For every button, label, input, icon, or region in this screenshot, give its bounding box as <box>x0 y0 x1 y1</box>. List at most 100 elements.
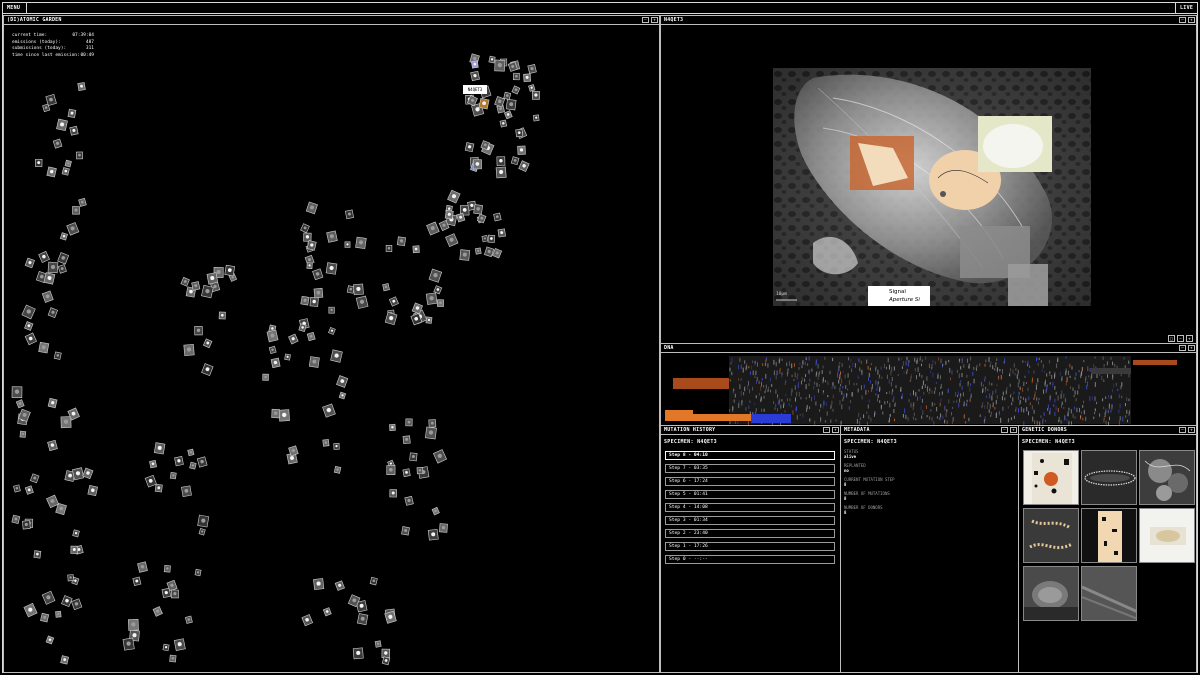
donor-thumbnail[interactable] <box>1081 508 1137 563</box>
viewer-minimize-button[interactable]: – <box>1179 17 1186 23</box>
specimen-thumbnail[interactable] <box>57 264 67 274</box>
specimen-thumbnail[interactable] <box>355 295 369 309</box>
menu-button[interactable]: MENU <box>3 3 27 13</box>
specimen-thumbnail[interactable] <box>412 245 420 254</box>
specimen-thumbnail[interactable] <box>431 506 440 516</box>
specimen-thumbnail[interactable] <box>511 85 521 95</box>
history-minimize-button[interactable]: – <box>823 427 830 433</box>
specimen-thumbnail[interactable] <box>21 304 36 320</box>
specimen-thumbnail[interactable] <box>355 236 367 250</box>
specimen-thumbnail[interactable] <box>473 204 484 215</box>
specimen-thumbnail[interactable] <box>306 331 316 342</box>
specimen-thumbnail[interactable] <box>47 261 59 274</box>
specimen-thumbnail[interactable] <box>499 119 508 128</box>
specimen-thumbnail[interactable] <box>70 545 79 554</box>
specimen-thumbnail[interactable] <box>67 574 74 582</box>
specimen-thumbnail[interactable] <box>38 250 50 263</box>
specimen-thumbnail[interactable] <box>29 473 40 484</box>
specimen-thumbnail[interactable] <box>23 602 38 618</box>
specimen-thumbnail[interactable] <box>328 306 335 314</box>
donor-thumbnail[interactable] <box>1081 566 1137 621</box>
specimen-thumbnail[interactable] <box>425 316 433 324</box>
specimen-thumbnail[interactable] <box>344 241 351 248</box>
specimen-thumbnail[interactable] <box>59 232 68 241</box>
garden-minimize-button[interactable]: – <box>642 17 649 23</box>
specimen-thumbnail[interactable] <box>389 489 397 498</box>
specimen-thumbnail[interactable] <box>271 408 281 419</box>
donor-thumbnail[interactable] <box>1023 508 1079 563</box>
specimen-thumbnail[interactable] <box>197 514 210 528</box>
specimen-thumbnail[interactable] <box>169 472 177 480</box>
specimen-thumbnail[interactable] <box>308 356 320 368</box>
specimen-thumbnail[interactable] <box>338 391 347 400</box>
specimen-thumbnail[interactable] <box>369 576 378 586</box>
specimen-thumbnail[interactable] <box>470 70 480 82</box>
specimen-thumbnail[interactable] <box>346 285 355 294</box>
specimen-thumbnail[interactable] <box>19 430 27 438</box>
specimen-thumbnail[interactable] <box>416 467 424 475</box>
specimen-thumbnail[interactable] <box>60 416 72 429</box>
specimen-thumbnail[interactable] <box>309 296 319 307</box>
specimen-thumbnail[interactable] <box>46 494 60 509</box>
donors-maximize-button[interactable]: + <box>1188 427 1195 433</box>
specimen-thumbnail[interactable] <box>445 233 459 248</box>
specimen-thumbnail[interactable] <box>301 614 314 627</box>
viewer-minimize-button-2[interactable]: – <box>1177 335 1184 342</box>
specimen-thumbnail[interactable] <box>313 287 324 299</box>
specimen-thumbnail[interactable] <box>169 654 177 663</box>
specimen-thumbnail[interactable] <box>474 247 482 255</box>
specimen-thumbnail[interactable] <box>183 343 195 356</box>
specimen-thumbnail[interactable] <box>162 643 170 652</box>
specimen-thumbnail[interactable] <box>72 206 80 215</box>
specimen-thumbnail[interactable] <box>76 151 83 160</box>
specimen-thumbnail[interactable] <box>40 612 50 623</box>
dna-minimize-button[interactable]: – <box>1179 345 1186 351</box>
specimen-thumbnail[interactable] <box>33 550 42 559</box>
specimen-thumbnail[interactable] <box>352 647 364 660</box>
specimen-thumbnail[interactable] <box>53 351 62 360</box>
specimen-thumbnail[interactable] <box>288 333 299 345</box>
mutation-step-item[interactable]: Step 6 - 17:24 <box>665 477 835 486</box>
specimen-thumbnail[interactable] <box>328 326 336 335</box>
specimen-thumbnail[interactable] <box>527 63 537 74</box>
specimen-thumbnail[interactable] <box>488 55 496 64</box>
mutation-step-item[interactable]: Step 1 - 17:26 <box>665 542 835 551</box>
specimen-thumbnail[interactable] <box>333 466 342 474</box>
specimen-thumbnail[interactable] <box>330 349 343 363</box>
specimen-thumbnail[interactable] <box>472 159 482 170</box>
specimen-thumbnail[interactable] <box>284 353 291 361</box>
specimen-thumbnail[interactable] <box>432 449 448 464</box>
specimen-thumbnail[interactable] <box>312 268 324 281</box>
specimen-thumbnail[interactable] <box>401 526 410 536</box>
specimen-thumbnail[interactable] <box>298 323 307 332</box>
live-button[interactable]: LIVE <box>1175 3 1197 13</box>
donors-minimize-button[interactable]: – <box>1179 427 1186 433</box>
specimen-thumbnail[interactable] <box>56 118 68 132</box>
specimen-thumbnail[interactable] <box>153 442 166 455</box>
specimen-thumbnail[interactable] <box>389 423 396 432</box>
specimen-thumbnail[interactable] <box>381 656 391 666</box>
specimen-thumbnail[interactable] <box>184 615 193 624</box>
specimen-thumbnail[interactable] <box>173 638 186 651</box>
specimen-thumbnail[interactable] <box>278 409 290 422</box>
specimen-thumbnail[interactable] <box>77 82 86 91</box>
specimen-thumbnail[interactable] <box>384 311 398 326</box>
specimen-thumbnail[interactable] <box>487 234 496 243</box>
specimen-thumbnail[interactable] <box>405 418 413 427</box>
specimen-thumbnail[interactable] <box>152 606 163 617</box>
specimen-thumbnail[interactable] <box>300 295 310 306</box>
specimen-thumbnail[interactable] <box>533 114 540 122</box>
specimen-thumbnail[interactable] <box>122 637 135 651</box>
specimen-thumbnail[interactable] <box>439 523 448 533</box>
specimen-thumbnail[interactable] <box>336 375 349 388</box>
mutation-step-item[interactable]: Step 8 - 04:10 <box>665 451 835 460</box>
specimen-thumbnail[interactable] <box>24 321 34 331</box>
specimen-thumbnail[interactable] <box>24 332 37 346</box>
specimen-thumbnail[interactable] <box>531 91 540 100</box>
specimen-thumbnail[interactable] <box>459 249 471 261</box>
specimen-thumbnail[interactable] <box>402 468 411 478</box>
specimen-thumbnail[interactable] <box>334 580 345 591</box>
specimen-thumbnail[interactable] <box>374 640 382 648</box>
specimen-thumbnail[interactable] <box>493 212 502 222</box>
specimen-thumbnail[interactable] <box>262 373 269 381</box>
